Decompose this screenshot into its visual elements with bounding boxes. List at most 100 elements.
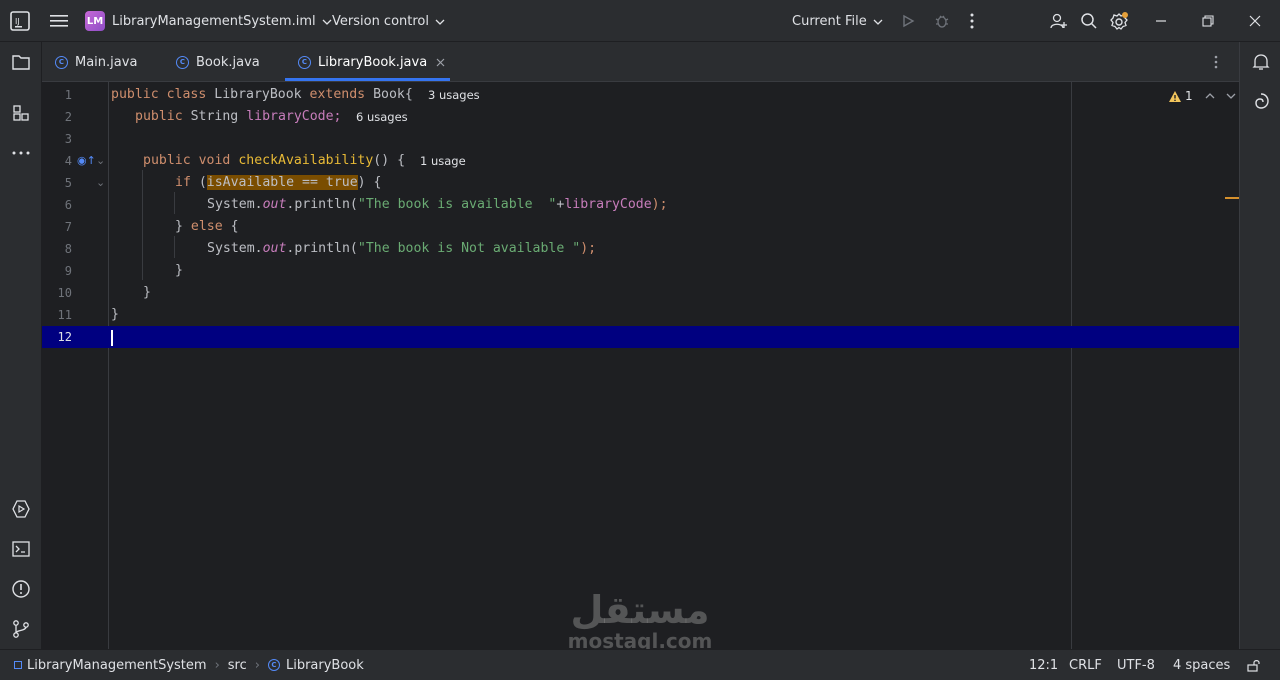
breadcrumb-separator-icon: ›: [214, 657, 220, 673]
right-tool-strip: [1239, 42, 1280, 649]
code-text: } else {: [175, 219, 239, 234]
project-badge: LM: [85, 11, 105, 31]
tab-label: Main.java: [75, 54, 138, 70]
code-line-11: 11 }: [42, 304, 1239, 326]
git-branch-icon[interactable]: [0, 617, 42, 641]
code-line-12-current: 12: [42, 326, 1239, 348]
editor-tabs: C Main.java C Book.java C LibraryBook.ja…: [42, 42, 1239, 82]
close-tab-icon[interactable]: [436, 58, 445, 67]
code-line-6: 6 System.out.println("The book is availa…: [42, 194, 1239, 216]
tab-librarybook-java[interactable]: C LibraryBook.java: [298, 42, 445, 82]
add-user-icon[interactable]: [1050, 0, 1068, 42]
usages-hint[interactable]: 1 usage: [420, 150, 466, 172]
usages-hint[interactable]: 3 usages: [428, 84, 480, 106]
search-icon[interactable]: [1080, 0, 1098, 42]
warnings-count: 1: [1185, 89, 1193, 103]
services-icon[interactable]: [0, 497, 42, 521]
code-line-10: 10 }: [42, 282, 1239, 304]
override-method-icon[interactable]: ◉↑: [77, 150, 96, 172]
code-line-4: 4 ◉↑ ⌄ public void checkAvailability() {…: [42, 150, 1239, 172]
code-line-8: 8 System.out.println("The book is Not av…: [42, 238, 1239, 260]
debug-icon[interactable]: [934, 0, 950, 42]
run-config-selector[interactable]: Current File: [792, 0, 883, 42]
text-caret: [111, 330, 113, 346]
project-folder-icon[interactable]: [0, 50, 42, 74]
java-class-icon: C: [298, 55, 311, 69]
chevron-up-icon[interactable]: [1205, 93, 1215, 99]
code-text: public String libraryCode;: [135, 109, 342, 124]
fold-chevron-icon[interactable]: ⌄: [96, 172, 105, 194]
notifications-bell-icon[interactable]: [1240, 50, 1280, 74]
left-tool-strip: [0, 42, 42, 649]
chevron-down-icon: [322, 14, 332, 29]
structure-icon[interactable]: [0, 101, 42, 125]
breadcrumb: LibraryManagementSystem › src › C Librar…: [14, 650, 364, 680]
breadcrumb-item-project[interactable]: LibraryManagementSystem: [27, 658, 207, 673]
main-menu-icon[interactable]: [50, 0, 68, 42]
code-text: }: [175, 263, 183, 278]
tab-main-java[interactable]: C Main.java: [55, 42, 137, 82]
tab-label: LibraryBook.java: [318, 54, 428, 70]
line-separator[interactable]: CRLF: [1069, 650, 1102, 680]
chevron-down-icon: [435, 14, 445, 29]
code-text: System.out.println("The book is availabl…: [207, 197, 668, 212]
code-text: }: [143, 285, 151, 300]
line-number: 1: [64, 88, 72, 102]
active-tab-indicator: [285, 78, 450, 81]
code-text: public void checkAvailability() {: [143, 153, 406, 168]
code-line-7: 7 } else {: [42, 216, 1239, 238]
line-number: 9: [64, 264, 72, 278]
breadcrumb-item-src[interactable]: src: [228, 658, 247, 673]
more-tools-icon[interactable]: [0, 141, 42, 165]
line-number: 5: [64, 176, 72, 190]
code-line-2: 2 public String libraryCode; 6 usages: [42, 106, 1239, 128]
vcs-selector[interactable]: Version control: [332, 0, 445, 42]
unlock-icon[interactable]: [1247, 650, 1260, 680]
problems-icon[interactable]: [0, 577, 42, 601]
fold-chevron-icon[interactable]: ⌄: [96, 150, 105, 172]
status-bar: LibraryManagementSystem › src › C Librar…: [0, 649, 1280, 680]
chevron-down-icon[interactable]: [1226, 93, 1236, 99]
line-number: 7: [64, 220, 72, 234]
code-editor[interactable]: 1 public class LibraryBook extends Book{…: [42, 82, 1239, 649]
usages-hint[interactable]: 6 usages: [356, 106, 408, 128]
line-number: 11: [57, 308, 72, 322]
watermark-arabic: مستقل: [570, 588, 710, 632]
line-number: 2: [64, 110, 72, 124]
restore-icon[interactable]: [1202, 0, 1214, 42]
indent-setting[interactable]: 4 spaces: [1173, 650, 1230, 680]
project-selector[interactable]: LM LibraryManagementSystem.iml: [85, 0, 332, 42]
code-text: public class LibraryBook extends Book{: [111, 87, 413, 102]
close-window-icon[interactable]: [1249, 0, 1261, 42]
app-logo-icon[interactable]: IJ: [10, 0, 30, 42]
code-text: System.out.println("The book is Not avai…: [207, 241, 597, 256]
caret-position[interactable]: 12:1: [1029, 650, 1058, 680]
tab-book-java[interactable]: C Book.java: [176, 42, 260, 82]
breadcrumb-separator-icon: ›: [254, 657, 260, 673]
code-line-1: 1 public class LibraryBook extends Book{…: [42, 84, 1239, 106]
code-line-9: 9 }: [42, 260, 1239, 282]
line-number: 6: [64, 198, 72, 212]
tab-options-icon[interactable]: [1214, 42, 1218, 82]
minimize-icon[interactable]: [1155, 0, 1167, 42]
run-icon[interactable]: [901, 0, 915, 42]
code-text: }: [111, 307, 119, 322]
more-actions-icon[interactable]: [970, 0, 974, 42]
settings-gear-icon[interactable]: [1109, 0, 1129, 42]
file-encoding[interactable]: UTF-8: [1117, 650, 1155, 680]
inspection-widget[interactable]: 1: [1168, 88, 1236, 104]
line-number: 12: [57, 330, 72, 344]
watermark: مستقل mostaql.com: [560, 590, 720, 652]
code-line-3: 3: [42, 128, 1239, 150]
warning-scroll-marker[interactable]: [1225, 197, 1239, 199]
module-icon: [14, 661, 22, 669]
code-line-5: 5 ⌄ if (isAvailable == true) {: [42, 172, 1239, 194]
breadcrumb-item-class[interactable]: LibraryBook: [286, 658, 364, 673]
chevron-down-icon: [873, 14, 883, 29]
project-name: LibraryManagementSystem.iml: [112, 13, 316, 29]
ai-assistant-icon[interactable]: [1240, 89, 1280, 113]
terminal-icon[interactable]: [0, 537, 42, 561]
svg-text:IJ: IJ: [15, 17, 20, 26]
java-class-icon: C: [267, 659, 280, 671]
tab-label: Book.java: [196, 54, 260, 70]
